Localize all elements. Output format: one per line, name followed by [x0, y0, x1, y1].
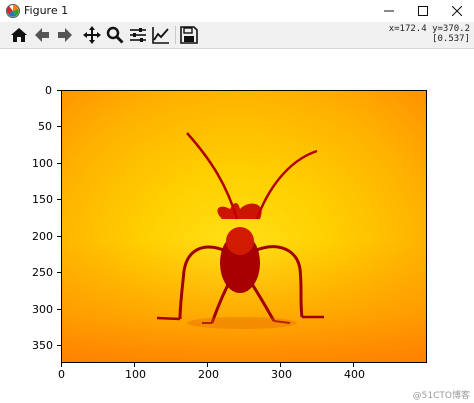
y-tick-label: 150 [32, 193, 53, 206]
x-tick-label: 100 [125, 368, 146, 381]
matplotlib-icon [6, 4, 20, 18]
edit-axes-button[interactable] [151, 25, 171, 45]
cursor-coordinates: x=172.4 y=370.2 [0.537] [389, 24, 470, 44]
close-button[interactable] [440, 0, 474, 22]
y-tick-label: 350 [32, 339, 53, 352]
x-tick-label: 0 [58, 368, 65, 381]
y-tick-mark [57, 236, 61, 237]
y-tick-label: 300 [32, 303, 53, 316]
maximize-icon [418, 6, 428, 16]
y-tick-mark [57, 272, 61, 273]
chart-line-icon [152, 27, 169, 44]
insect-image [156, 132, 324, 329]
y-tick-mark [57, 199, 61, 200]
minimize-icon [384, 10, 394, 12]
arrow-left-icon [35, 28, 49, 42]
x-tick-mark [134, 363, 135, 367]
zoom-icon [106, 26, 124, 44]
forward-button[interactable] [55, 25, 75, 45]
y-tick-label: 200 [32, 230, 53, 243]
toolbar: x=172.4 y=370.2 [0.537] [0, 22, 474, 49]
back-button[interactable] [32, 25, 52, 45]
floppy-icon [180, 26, 198, 44]
x-tick-mark [353, 363, 354, 367]
watermark: @51CTO博客 [412, 391, 470, 401]
home-button[interactable] [9, 25, 29, 45]
zoom-button[interactable] [105, 25, 125, 45]
arrow-right-icon [58, 28, 72, 42]
coords-value: [0.537] [432, 34, 470, 44]
y-tick-mark [57, 126, 61, 127]
move-icon [83, 26, 101, 44]
y-tick-mark [57, 90, 61, 91]
coords-xy: x=172.4 y=370.2 [388, 24, 470, 34]
y-tick-mark [57, 163, 61, 164]
window-title: Figure 1 [24, 4, 69, 17]
x-tick-mark [61, 363, 62, 367]
pan-button[interactable] [82, 25, 102, 45]
y-tick-label: 250 [32, 266, 53, 279]
toolbar-separator [175, 26, 176, 44]
x-tick-label: 200 [198, 368, 219, 381]
x-tick-label: 400 [344, 368, 365, 381]
x-tick-mark [207, 363, 208, 367]
save-button[interactable] [179, 25, 199, 45]
image-axes[interactable] [61, 90, 427, 363]
y-tick-mark [57, 345, 61, 346]
y-tick-label: 0 [45, 84, 52, 97]
close-icon [452, 6, 462, 16]
title-bar: Figure 1 [0, 0, 474, 22]
home-icon [11, 28, 27, 42]
x-tick-label: 300 [271, 368, 292, 381]
subplots-button[interactable] [128, 25, 148, 45]
x-tick-mark [280, 363, 281, 367]
maximize-button[interactable] [406, 0, 440, 22]
y-tick-label: 100 [32, 157, 53, 170]
minimize-button[interactable] [372, 0, 406, 22]
sliders-icon [130, 28, 146, 42]
y-tick-label: 50 [38, 120, 52, 133]
y-tick-mark [57, 309, 61, 310]
